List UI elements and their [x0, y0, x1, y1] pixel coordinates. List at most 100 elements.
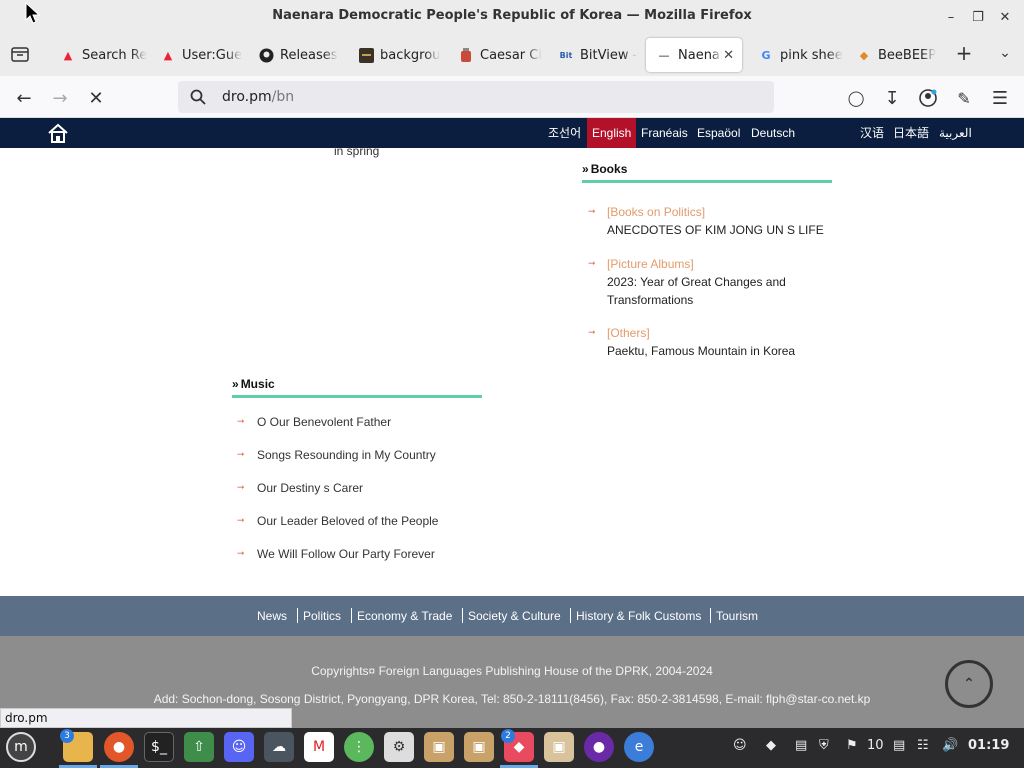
- url-text: dro.pm/bn: [222, 89, 294, 105]
- calculator-icon[interactable]: ⋮: [344, 732, 374, 762]
- tab-naenara[interactable]: — Naenar ✕: [646, 38, 742, 72]
- lang-english[interactable]: English: [587, 118, 637, 148]
- footer-link-politics[interactable]: Politics: [303, 609, 341, 623]
- firefox-view-icon: [11, 47, 29, 62]
- music-item[interactable]: Songs Resounding in My Country: [257, 448, 436, 462]
- menu-icon[interactable]: ☰: [986, 84, 1014, 112]
- purple-app-icon[interactable]: ●: [584, 732, 614, 762]
- google-icon: G: [761, 48, 771, 62]
- archive-icon[interactable]: ▣: [424, 732, 454, 762]
- lang-chinese[interactable]: 汉语: [855, 118, 889, 148]
- new-tab-button[interactable]: +: [951, 40, 977, 66]
- arrow-bullet-icon: ➞: [237, 416, 245, 426]
- back-button[interactable]: ←: [10, 84, 38, 112]
- tab-bitview[interactable]: Bit BitView -: [548, 38, 646, 72]
- tab-background[interactable]: backgrou: [348, 38, 446, 72]
- files-badge: 3: [60, 729, 74, 743]
- package-icon[interactable]: ▣: [544, 732, 574, 762]
- beebeep-app-icon[interactable]: 2 ◆: [501, 729, 534, 762]
- cloud-icon[interactable]: ☁: [264, 732, 294, 762]
- book-category[interactable]: [Books on Politics]: [607, 205, 705, 219]
- lang-japanese[interactable]: 日本語: [888, 118, 934, 148]
- music-item[interactable]: O Our Benevolent Father: [257, 415, 391, 429]
- books-heading[interactable]: » Books: [582, 162, 627, 176]
- archive-icon[interactable]: ▣: [464, 732, 494, 762]
- lang-spanish[interactable]: Espaöol: [692, 118, 745, 148]
- forward-button[interactable]: →: [46, 84, 74, 112]
- start-menu-icon[interactable]: m: [6, 732, 36, 762]
- firefox-icon[interactable]: ●: [104, 732, 134, 762]
- clock[interactable]: 01:19: [968, 738, 1009, 753]
- tray-number[interactable]: 10: [867, 738, 884, 753]
- list-all-tabs-button[interactable]: ⌄: [992, 40, 1018, 66]
- tab-pink-sheet[interactable]: Gpink shee: [748, 38, 846, 72]
- music-item[interactable]: We Will Follow Our Party Forever: [257, 547, 435, 561]
- tab-releases[interactable]: Releases: [248, 38, 346, 72]
- settings-icon[interactable]: ⚙: [384, 732, 414, 762]
- volume-tray-icon[interactable]: 🔊: [942, 738, 958, 753]
- taskbar: m 3 ● $_ ⇧ ☺ ☁ M ⋮ ⚙ ▣ ▣ 2 ◆ ▣ ● e ☺ ◆ ▤ …: [0, 728, 1024, 768]
- maximize-button[interactable]: ❐: [967, 6, 989, 28]
- book-category[interactable]: [Picture Albums]: [607, 257, 694, 271]
- tab-search[interactable]: ▲ Search Re: [50, 38, 148, 72]
- footer-link-society[interactable]: Society & Culture: [468, 609, 561, 623]
- double-chevron-icon: »: [232, 377, 239, 391]
- firefox-view-button[interactable]: [6, 40, 34, 68]
- discord-tray-icon[interactable]: ☺: [733, 738, 747, 753]
- extensions-icon[interactable]: ✎: [950, 84, 978, 112]
- clipboard-tray-icon[interactable]: ▤: [795, 738, 807, 753]
- shield-tray-icon[interactable]: ⛨: [819, 738, 829, 753]
- tab-user[interactable]: ▲ User:Gue: [150, 38, 248, 72]
- discord-icon[interactable]: ☺: [224, 732, 254, 762]
- music-item[interactable]: Our Leader Beloved of the People: [257, 514, 438, 528]
- book-category[interactable]: [Others]: [607, 326, 650, 340]
- browser-app-icon[interactable]: e: [624, 732, 654, 762]
- bee-tray-icon[interactable]: ◆: [766, 738, 776, 753]
- notification-tray-icon[interactable]: ⚑: [846, 738, 858, 753]
- minimize-button[interactable]: –: [940, 6, 962, 28]
- lang-german[interactable]: Deutsch: [746, 118, 800, 148]
- book-title[interactable]: 2023: Year of Great Changes and Transfor…: [607, 273, 807, 309]
- stop-loading-button[interactable]: ✕: [82, 84, 110, 112]
- network-tray-icon[interactable]: ☷: [917, 738, 929, 753]
- lang-arabic[interactable]: العربية: [934, 118, 977, 148]
- window-titlebar: Naenara Democratic People's Republic of …: [0, 0, 1024, 34]
- downloads-icon[interactable]: ↧: [878, 84, 906, 112]
- tab-beebeep[interactable]: ◆ BeeBEEP: [846, 38, 944, 72]
- footer-link-economy[interactable]: Economy & Trade: [357, 609, 452, 623]
- terminal-icon: [358, 47, 374, 63]
- back-to-top-button[interactable]: ⌃: [945, 660, 993, 708]
- battery-tray-icon[interactable]: ▤: [893, 738, 905, 753]
- footer-separator: [297, 608, 298, 623]
- files-icon[interactable]: 3: [60, 729, 93, 762]
- url-path: /bn: [271, 89, 295, 105]
- terminal-app-icon[interactable]: $_: [144, 732, 174, 762]
- footer-nav: News Politics Economy & Trade Society & …: [0, 596, 1024, 636]
- address-text: Add: Sochon-dong, Sosong District, Pyong…: [153, 692, 871, 706]
- mario-icon[interactable]: M: [304, 732, 334, 762]
- music-item[interactable]: Our Destiny s Carer: [257, 481, 363, 495]
- lang-french[interactable]: Franéais: [636, 118, 693, 148]
- window-title: Naenara Democratic People's Republic of …: [272, 8, 752, 23]
- close-window-button[interactable]: ✕: [994, 6, 1016, 28]
- book-title[interactable]: ANECDOTES OF KIM JONG UN S LIFE: [607, 221, 837, 239]
- account-icon[interactable]: [914, 84, 942, 112]
- pocket-icon[interactable]: ◯: [842, 84, 870, 112]
- footer-link-news[interactable]: News: [257, 609, 287, 623]
- footer-link-tourism[interactable]: Tourism: [716, 609, 758, 623]
- footer-link-history[interactable]: History & Folk Customs: [576, 609, 701, 623]
- lang-korean[interactable]: 조선어: [543, 118, 586, 148]
- music-heading-label: Music: [240, 377, 275, 391]
- update-manager-icon[interactable]: ⇧: [184, 732, 214, 762]
- home-icon[interactable]: [47, 122, 69, 144]
- tab-caesar[interactable]: Caesar Ci: [448, 38, 546, 72]
- spring-text[interactable]: in spring: [334, 144, 379, 158]
- footer-separator: [462, 608, 463, 623]
- navigation-toolbar: ← → ✕ dro.pm/bn ◯ ↧ ✎ ☰: [0, 76, 1024, 118]
- url-bar[interactable]: dro.pm/bn: [178, 81, 774, 113]
- book-title[interactable]: Paektu, Famous Mountain in Korea: [607, 342, 837, 360]
- arrow-bullet-icon: ➞: [237, 449, 245, 459]
- music-heading[interactable]: » Music: [232, 377, 275, 391]
- close-tab-icon[interactable]: ✕: [723, 48, 734, 63]
- copyright-text: Copyrights¤ Foreign Languages Publishing…: [311, 664, 713, 678]
